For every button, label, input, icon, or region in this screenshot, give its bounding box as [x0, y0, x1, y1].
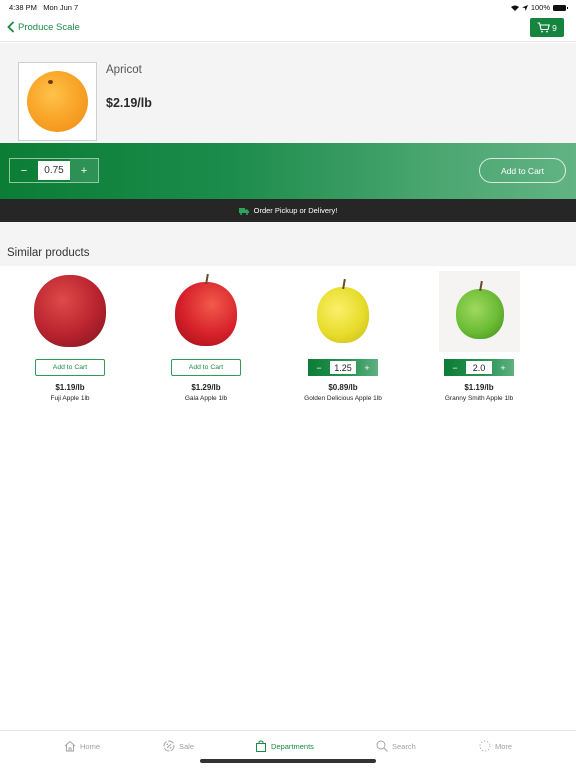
- promo-text: Order Pickup or Delivery!: [253, 206, 338, 215]
- decrease-quantity-button[interactable]: −: [10, 159, 38, 182]
- tab-search[interactable]: Search: [376, 740, 416, 752]
- product-name: Apricot: [106, 64, 142, 76]
- similar-products-header: Similar products: [0, 222, 576, 266]
- cart-count: 9: [552, 22, 557, 33]
- tab-more[interactable]: More: [479, 740, 512, 752]
- tab-sale[interactable]: Sale: [163, 740, 194, 752]
- tab-label: Search: [392, 741, 416, 751]
- product-price: $1.19/lb: [55, 383, 85, 392]
- quantity-stepper: − 0.75 +: [9, 158, 99, 183]
- quantity-stepper: − 1.25 +: [308, 359, 378, 376]
- status-date: Mon Jun 7: [43, 3, 79, 12]
- back-button[interactable]: Produce Scale: [7, 21, 80, 33]
- status-bar: 4:38 PM Mon Jun 7 100%: [0, 0, 576, 14]
- promo-banner[interactable]: Order Pickup or Delivery!: [0, 199, 576, 222]
- granny-smith-apple-image: [455, 280, 504, 339]
- tab-home[interactable]: Home: [64, 740, 100, 752]
- increase-quantity-button[interactable]: +: [492, 359, 514, 376]
- product-name: Fuji Apple 1lb: [50, 395, 90, 402]
- nav-bar: Produce Scale 9: [0, 14, 576, 42]
- product-header: Apricot $2.19/lb: [0, 43, 576, 143]
- product-name: Golden Delicious Apple 1lb: [304, 395, 382, 402]
- tab-departments[interactable]: Departments: [255, 740, 314, 752]
- status-time: 4:38 PM: [9, 3, 37, 12]
- tab-label: More: [495, 741, 513, 751]
- home-indicator[interactable]: [200, 759, 376, 763]
- product-name: Granny Smith Apple 1lb: [444, 395, 514, 402]
- battery-percent: 100%: [530, 3, 550, 12]
- back-label: Produce Scale: [18, 21, 80, 33]
- fuji-apple-image: [34, 275, 106, 347]
- location-icon: [521, 4, 528, 11]
- product-name: Gala Apple 1lb: [184, 395, 228, 402]
- sale-icon: [163, 740, 175, 752]
- decrease-quantity-button[interactable]: −: [444, 359, 466, 376]
- tab-label: Sale: [179, 741, 195, 751]
- add-to-cart-button[interactable]: Add to Cart: [479, 158, 566, 183]
- bag-icon: [256, 740, 266, 752]
- gala-apple-image: [175, 273, 237, 346]
- product-price: $1.19/lb: [464, 383, 494, 392]
- decrease-quantity-button[interactable]: −: [308, 359, 330, 376]
- delivery-truck-icon: [238, 207, 249, 215]
- add-to-cart-button[interactable]: Add to Cart: [35, 359, 105, 376]
- product-thumbnail[interactable]: [166, 271, 246, 351]
- quantity-stepper: − 2.0 +: [444, 359, 514, 376]
- apricot-image: [27, 71, 88, 132]
- chevron-left-icon: [7, 21, 15, 33]
- increase-quantity-button[interactable]: +: [70, 159, 98, 182]
- product-price: $2.19/lb: [106, 96, 152, 110]
- wifi-icon: [510, 5, 519, 11]
- product-price: $0.89/lb: [328, 383, 358, 392]
- tab-label: Departments: [271, 741, 314, 751]
- similar-products-title: Similar products: [7, 247, 90, 259]
- search-icon: [376, 740, 388, 752]
- product-thumbnail[interactable]: [439, 271, 520, 352]
- cart-icon: [537, 22, 551, 33]
- product-price: $1.29/lb: [191, 383, 221, 392]
- action-bar: − 0.75 + Add to Cart: [0, 143, 576, 199]
- add-to-cart-button[interactable]: Add to Cart: [171, 359, 241, 376]
- increase-quantity-button[interactable]: +: [356, 359, 378, 376]
- cart-button[interactable]: 9: [530, 18, 564, 37]
- quantity-input[interactable]: 1.25: [330, 361, 356, 374]
- quantity-input[interactable]: 2.0: [466, 361, 492, 374]
- product-thumbnail[interactable]: [303, 271, 383, 351]
- product-thumbnail[interactable]: [30, 271, 110, 351]
- golden-delicious-apple-image: [317, 278, 369, 343]
- quantity-input[interactable]: 0.75: [38, 161, 70, 180]
- product-image: [18, 62, 97, 141]
- tab-label: Home: [80, 741, 101, 751]
- home-icon: [64, 740, 76, 752]
- battery-icon: [553, 4, 568, 11]
- more-icon: [479, 740, 491, 752]
